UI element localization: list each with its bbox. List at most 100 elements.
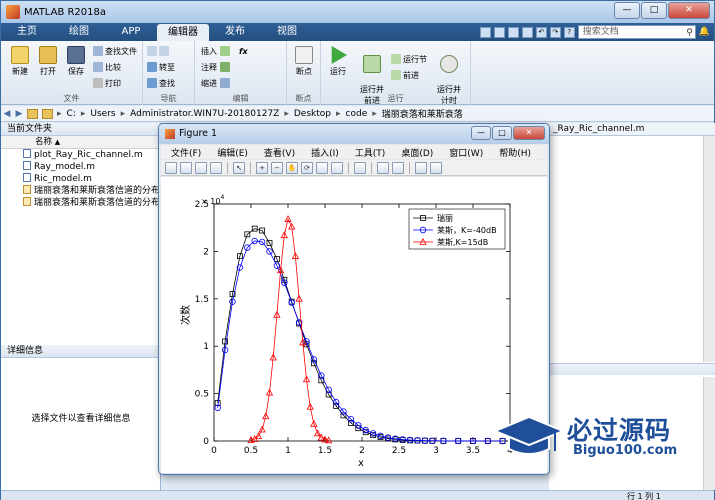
menu-window[interactable]: 窗口(W) xyxy=(449,146,483,159)
open-file-icon[interactable] xyxy=(180,161,192,174)
breadcrumb-folder[interactable]: 瑞丽衰落和莱斯衰落 xyxy=(382,107,463,120)
x-tick-label: 2 xyxy=(359,446,365,456)
hide-plot-tools-icon[interactable] xyxy=(415,161,427,174)
new-button[interactable]: 新建 xyxy=(5,46,35,77)
search-icon[interactable]: ⚲ xyxy=(686,27,693,39)
address-bar: ◀ ▶ ▸ C: ▸ Users ▸ Administrator.WIN7U-2… xyxy=(1,106,714,122)
maximize-button[interactable]: □ xyxy=(641,2,667,19)
tab-plots[interactable]: 绘图 xyxy=(53,23,105,41)
colorbar-icon[interactable] xyxy=(377,161,389,174)
print-label: 打印 xyxy=(105,79,121,88)
arrow-right-icon xyxy=(159,46,169,56)
save-figure-icon[interactable] xyxy=(195,161,207,174)
menu-tools[interactable]: 工具(T) xyxy=(355,146,386,159)
save-button[interactable]: 保存 xyxy=(61,46,91,77)
breadcrumb-user[interactable]: Administrator.WIN7U-20180127Z xyxy=(130,109,279,119)
breadcrumb-drive[interactable]: C: xyxy=(67,109,76,119)
folder-up-icon[interactable] xyxy=(27,108,38,119)
x-tick-label: 0.5 xyxy=(244,446,258,456)
tab-view[interactable]: 视图 xyxy=(261,23,313,41)
comment-button[interactable]: 注释 xyxy=(201,61,232,74)
figure-minimize-button[interactable]: — xyxy=(471,126,491,140)
edit-plot-arrow-icon[interactable]: ↖ xyxy=(233,161,245,174)
file-item[interactable]: 瑞丽衰落和莱斯衰落信道的分布.emf xyxy=(23,185,160,197)
window-controls: — □ ✕ xyxy=(614,2,710,19)
zoom-in-icon[interactable]: + xyxy=(256,161,268,174)
fx-button[interactable]: fx xyxy=(239,45,248,58)
legend-label: 莱斯，K=-40dB xyxy=(437,225,497,235)
new-figure-icon[interactable] xyxy=(165,161,177,174)
file-item[interactable]: plot_Ray_Ric_channel.m xyxy=(23,149,160,161)
menu-file[interactable]: 文件(F) xyxy=(171,146,201,159)
zoom-out-icon[interactable]: − xyxy=(271,161,283,174)
help-quick-icon[interactable]: ? xyxy=(563,26,575,38)
details-message: 选择文件以查看详细信息 xyxy=(31,414,131,424)
show-plot-tools-icon[interactable] xyxy=(430,161,442,174)
forward-arrow-icon[interactable]: ▶ xyxy=(13,109,25,119)
legend-icon[interactable] xyxy=(392,161,404,174)
breadcrumb-separator: ▸ xyxy=(372,108,377,119)
breadcrumb-desktop[interactable]: Desktop xyxy=(294,109,331,119)
rotate-3d-icon[interactable]: ⟳ xyxy=(301,161,313,174)
cut-quick-icon[interactable] xyxy=(493,26,505,38)
search-documentation-input[interactable]: 搜索文档 ⚲ xyxy=(577,25,696,39)
undo-quick-icon[interactable]: ↶ xyxy=(535,26,547,38)
file-item[interactable]: Ray_model.m xyxy=(23,161,160,173)
menu-insert[interactable]: 插入(I) xyxy=(311,146,339,159)
back-arrow-icon[interactable]: ◀ xyxy=(1,109,13,119)
figure-close-button[interactable]: ✕ xyxy=(513,126,545,140)
menu-edit[interactable]: 编辑(E) xyxy=(217,146,248,159)
y-tick-label: 0.5 xyxy=(195,390,209,400)
figure-maximize-button[interactable]: □ xyxy=(492,126,512,140)
open-button[interactable]: 打开 xyxy=(33,46,63,77)
brush-icon[interactable] xyxy=(331,161,343,174)
link-plot-icon[interactable] xyxy=(354,161,366,174)
y-axis-label: 次数 xyxy=(179,305,192,325)
details-panel: 详细信息 选择文件以查看详细信息 xyxy=(1,345,161,490)
tab-editor[interactable]: 编辑器 xyxy=(157,24,209,41)
chart-legend[interactable]: 瑞丽莱斯，K=-40dB 莱斯,K=15dB xyxy=(408,208,506,250)
editor-file-tab[interactable]: _Ray_Ric_channel.m xyxy=(549,123,715,136)
run-button[interactable]: 运行 xyxy=(323,46,353,77)
pan-hand-icon[interactable]: ✋ xyxy=(286,161,298,174)
y-tick-label: 2 xyxy=(203,247,209,257)
tab-apps[interactable]: APP xyxy=(105,23,157,41)
indent-button[interactable]: 缩进 xyxy=(201,77,232,90)
tab-home[interactable]: 主页 xyxy=(1,23,53,41)
browse-folder-icon[interactable] xyxy=(42,108,53,119)
ribbon-group-navigate: 转至 查找 导航 xyxy=(143,41,195,105)
menu-view[interactable]: 查看(V) xyxy=(264,146,295,159)
redo-quick-icon[interactable]: ↷ xyxy=(549,26,561,38)
bell-icon[interactable]: 🔔 xyxy=(699,27,710,37)
back-forward-buttons[interactable] xyxy=(147,45,171,58)
find-button[interactable]: 查找 xyxy=(147,77,175,90)
menu-help[interactable]: 帮助(H) xyxy=(499,146,531,159)
print-button[interactable]: 打印 xyxy=(93,77,121,90)
file-item[interactable]: Ric_model.m xyxy=(23,173,160,185)
tab-publish[interactable]: 发布 xyxy=(209,23,261,41)
goto-button[interactable]: 转至 xyxy=(147,61,175,74)
breakpoints-button[interactable]: 断点 xyxy=(289,46,319,77)
sort-up-icon: ▲ xyxy=(54,138,61,146)
print-figure-icon[interactable] xyxy=(210,161,222,174)
run-section-button[interactable]: 运行节 xyxy=(391,53,427,66)
name-column-header[interactable]: 名称 ▲ xyxy=(1,136,160,149)
close-button[interactable]: ✕ xyxy=(668,2,710,19)
save-quick-icon[interactable] xyxy=(479,26,491,38)
minimize-button[interactable]: — xyxy=(614,2,640,19)
file-item[interactable]: 瑞丽衰落和莱斯衰落信道的分布.fig xyxy=(23,197,160,209)
breadcrumb-code[interactable]: code xyxy=(346,109,368,119)
editor-scrollbar[interactable] xyxy=(703,136,715,362)
breakpoints-label: 断点 xyxy=(296,67,312,76)
copy-quick-icon[interactable] xyxy=(507,26,519,38)
breadcrumb-users[interactable]: Users xyxy=(90,109,115,119)
insert-button[interactable]: 插入 xyxy=(201,45,232,58)
menu-desktop[interactable]: 桌面(D) xyxy=(401,146,433,159)
paste-quick-icon[interactable] xyxy=(521,26,533,38)
data-cursor-icon[interactable] xyxy=(316,161,328,174)
find-files-button[interactable]: 查找文件 xyxy=(93,45,137,58)
advance-button[interactable]: 前进 xyxy=(391,69,419,82)
y-exponent-base: × 10 xyxy=(201,197,220,206)
line-chart[interactable]: 0 0.5 1 1.5 2 2.5 3 3.5 400.511.522.5 次数 x × 104… xyxy=(161,177,547,473)
compare-button[interactable]: 比较 xyxy=(93,61,121,74)
